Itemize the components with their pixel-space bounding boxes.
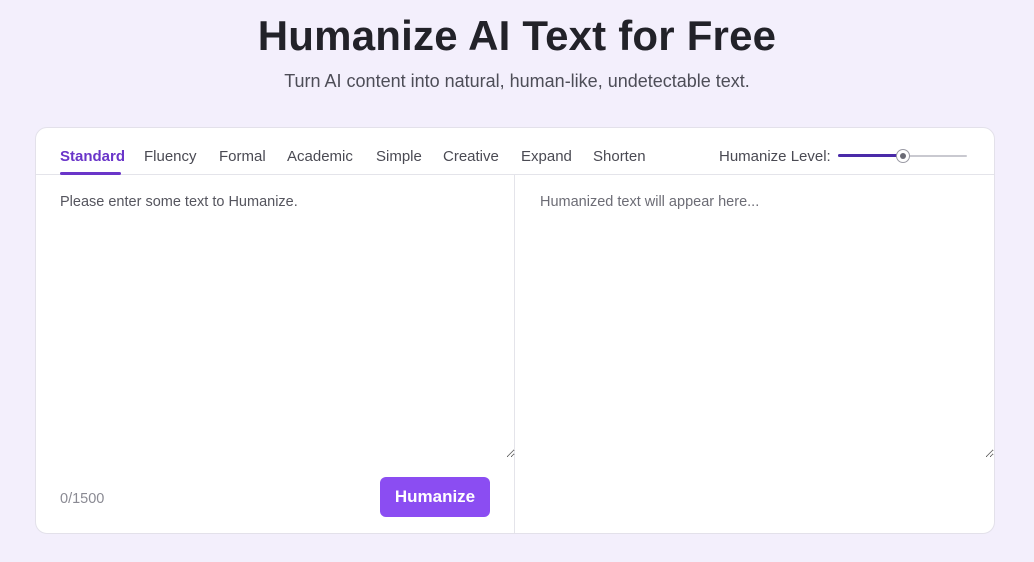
slider-thumb[interactable] <box>895 149 910 163</box>
tab-standard[interactable]: Standard <box>60 148 125 166</box>
humanizer-card: Standard Fluency Formal Academic Simple … <box>35 127 995 534</box>
tab-academic[interactable]: Academic <box>287 148 353 166</box>
input-pane: 0/1500 Humanize <box>36 175 515 533</box>
character-counter: 0/1500 <box>60 491 105 507</box>
tab-simple[interactable]: Simple <box>376 148 422 166</box>
slider-fill <box>838 154 903 157</box>
mode-tabs: Standard Fluency Formal Academic Simple … <box>36 128 994 175</box>
output-textarea[interactable] <box>540 192 994 458</box>
tab-fluency[interactable]: Fluency <box>144 148 197 166</box>
tab-shorten[interactable]: Shorten <box>593 148 646 166</box>
tab-formal[interactable]: Formal <box>219 148 266 166</box>
tab-expand[interactable]: Expand <box>521 148 572 166</box>
tab-creative[interactable]: Creative <box>443 148 499 166</box>
page-title: Humanize AI Text for Free <box>257 12 777 59</box>
humanize-level-label: Humanize Level: <box>719 148 831 165</box>
input-textarea[interactable] <box>60 192 515 458</box>
page: Humanize AI Text for Free Turn AI conten… <box>0 0 1034 562</box>
output-pane <box>516 175 994 533</box>
page-subtitle: Turn AI content into natural, human-like… <box>284 71 750 91</box>
humanize-level-slider[interactable] <box>838 148 967 164</box>
humanize-button[interactable]: Humanize <box>380 477 490 517</box>
